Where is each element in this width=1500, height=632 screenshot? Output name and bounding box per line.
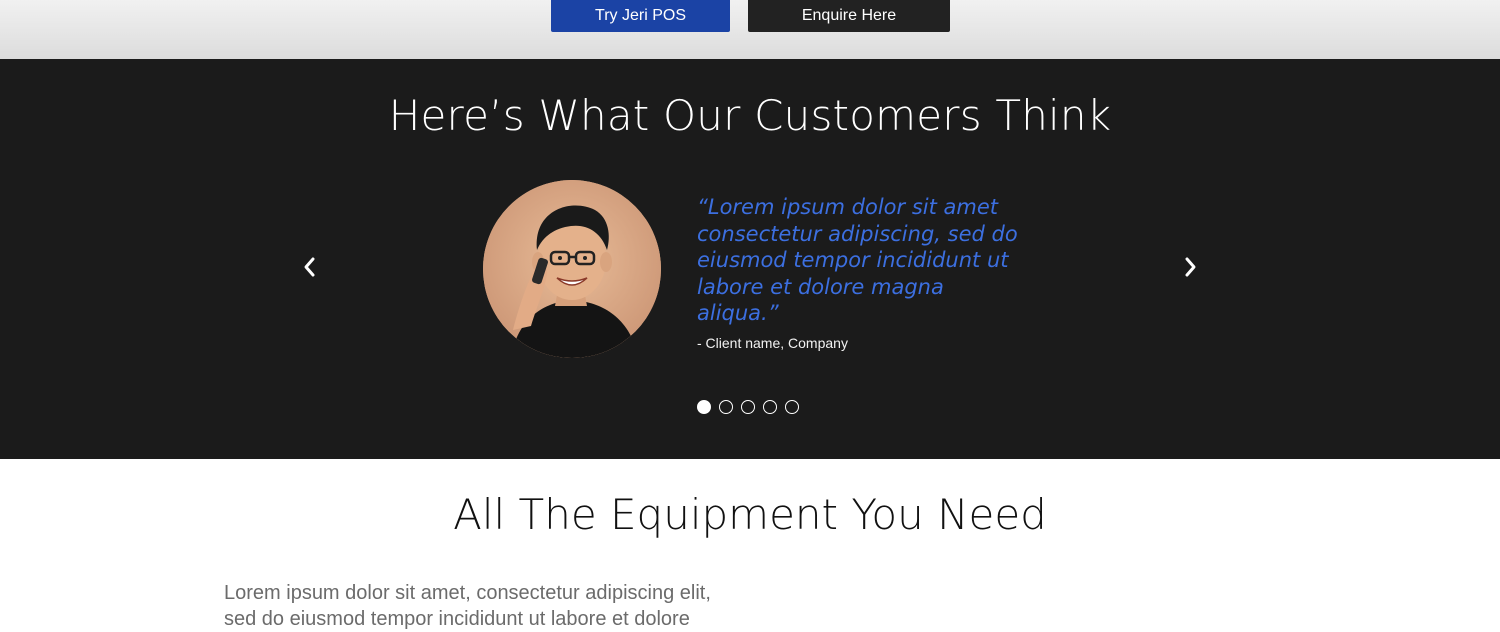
enquire-here-button[interactable]: Enquire Here [748,0,950,32]
testimonials-section: Here’s What Our Customers Think “Lorem i… [0,59,1500,459]
client-photo [483,180,661,358]
equipment-description: Lorem ipsum dolor sit amet, consectetur … [224,582,711,630]
chevron-right-icon [1185,257,1196,277]
testimonial-quote: “Lorem ipsum dolor sit amet consectetur … [697,195,1018,325]
carousel-dot[interactable] [697,400,711,414]
carousel-dot[interactable] [785,400,799,414]
testimonials-title: Here’s What Our Customers Think [388,91,1112,140]
chevron-left-icon [304,257,315,277]
carousel-pagination [697,400,799,414]
carousel-dot[interactable] [741,400,755,414]
carousel-next-button[interactable] [1178,255,1202,279]
testimonial-client: - Client name, Company [697,335,848,351]
carousel-dot[interactable] [719,400,733,414]
carousel-dot[interactable] [763,400,777,414]
client-avatar [483,180,661,358]
equipment-title: All The Equipment You Need [453,490,1047,539]
cta-band: Try Jeri POS Enquire Here [0,0,1500,59]
try-jeri-pos-button[interactable]: Try Jeri POS [551,0,730,32]
carousel-prev-button[interactable] [298,255,322,279]
